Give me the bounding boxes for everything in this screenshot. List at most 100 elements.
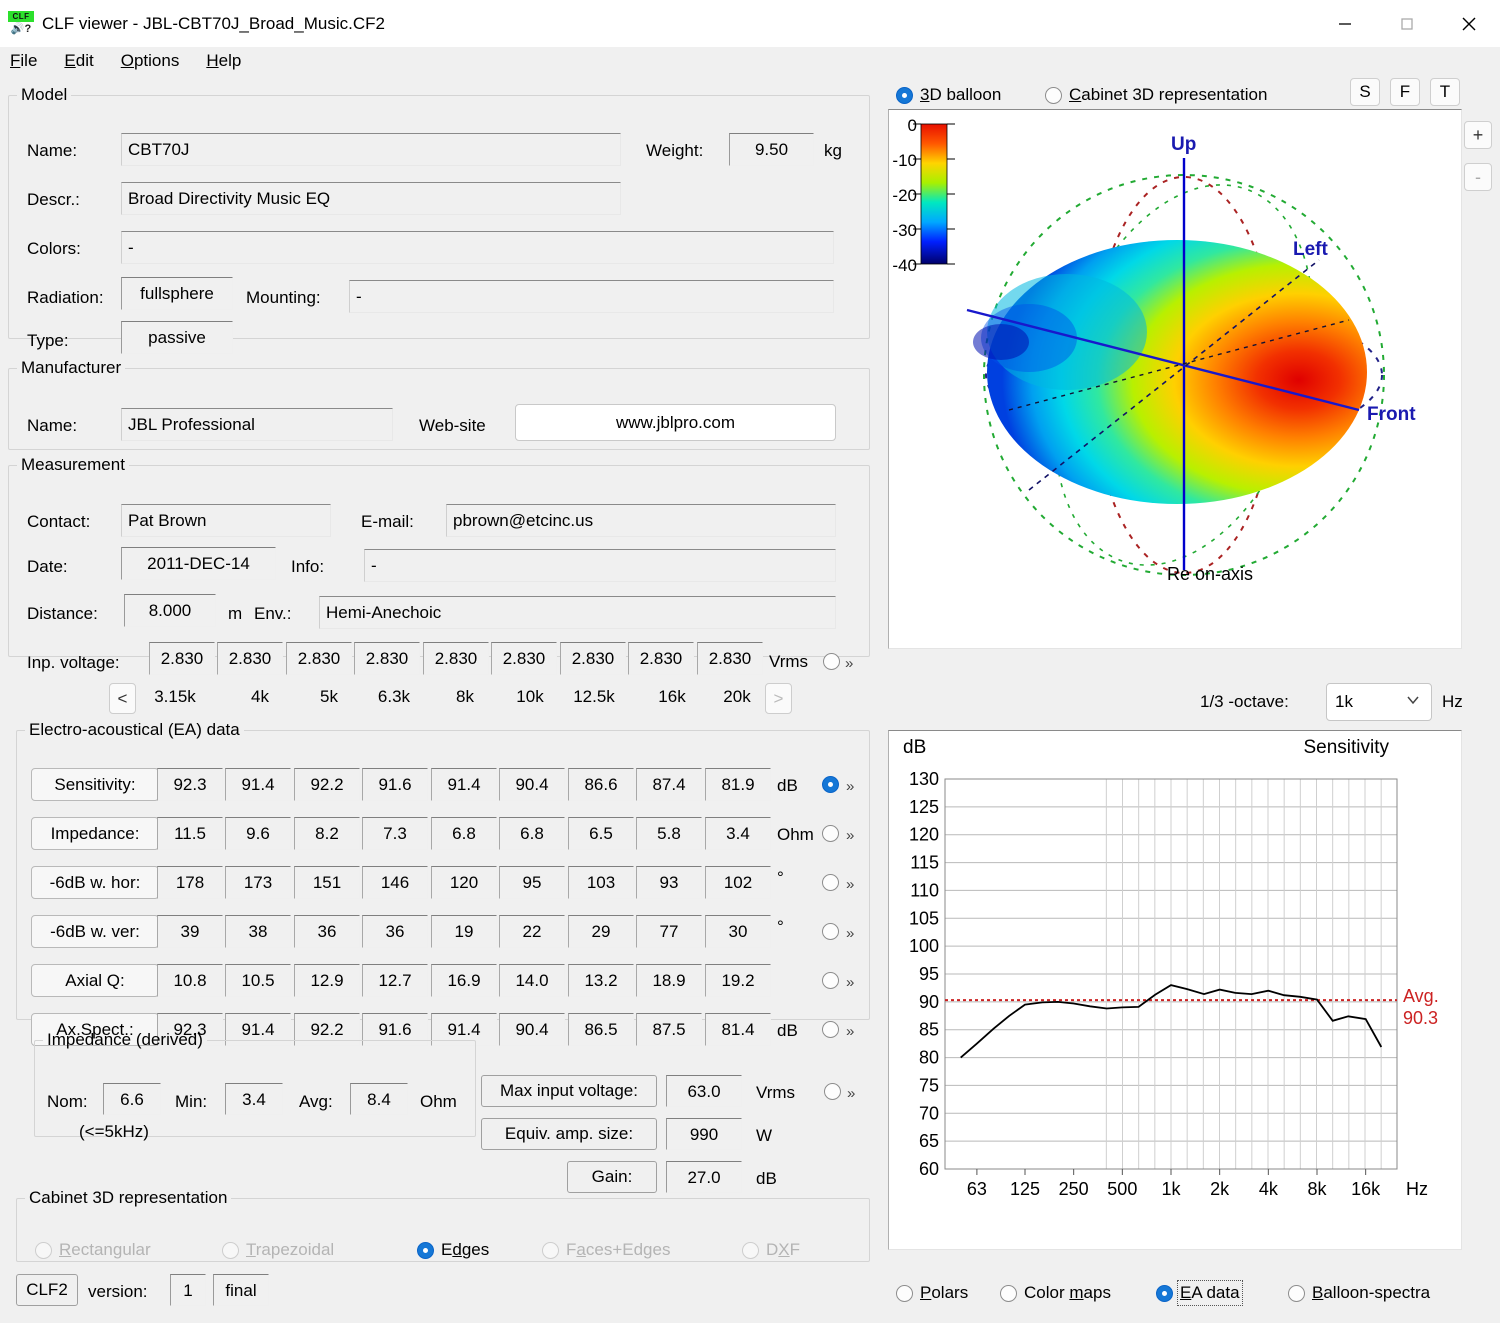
inp-voltage-cell-5[interactable]: 2.830 xyxy=(491,642,557,675)
tool-button-t[interactable]: T xyxy=(1430,78,1460,106)
menu-options[interactable]: Options xyxy=(121,51,180,71)
freq-band-3.15k[interactable]: 3.15k xyxy=(145,687,205,707)
ea-cell-2-4[interactable]: 120 xyxy=(431,866,497,899)
ea-cell-4-0[interactable]: 10.8 xyxy=(157,964,223,997)
ea-cell-1-7[interactable]: 5.8 xyxy=(636,817,702,850)
cabinet-option-trapezoidal[interactable]: Trapezoidal xyxy=(222,1240,334,1260)
ea-row-button-4[interactable]: Axial Q: xyxy=(31,964,159,997)
ea-cell-0-1[interactable]: 91.4 xyxy=(225,768,291,801)
ea-cell-0-5[interactable]: 90.4 xyxy=(499,768,565,801)
ea-cell-4-8[interactable]: 19.2 xyxy=(705,964,771,997)
weight-input[interactable]: 9.50 xyxy=(729,133,814,166)
inp-voltage-cell-7[interactable]: 2.830 xyxy=(628,642,694,675)
ea-cell-1-0[interactable]: 11.5 xyxy=(157,817,223,850)
inp-voltage-radio[interactable] xyxy=(823,653,840,670)
ea-cell-4-5[interactable]: 14.0 xyxy=(499,964,565,997)
inp-voltage-cell-8[interactable]: 2.830 xyxy=(697,642,763,675)
model-radiation-value[interactable]: fullsphere xyxy=(121,277,233,310)
max-input-voltage-value[interactable]: 63.0 xyxy=(666,1075,742,1107)
ea-row-chevron-4[interactable]: » xyxy=(846,974,854,991)
cabinet-option-rectangular[interactable]: Rectangular xyxy=(35,1240,151,1260)
inp-voltage-cell-1[interactable]: 2.830 xyxy=(217,642,283,675)
ea-cell-0-7[interactable]: 87.4 xyxy=(636,768,702,801)
bottom-tab-balloon-spectra[interactable]: Balloon-spectra xyxy=(1288,1283,1430,1303)
ea-row-chevron-5[interactable]: » xyxy=(846,1023,854,1040)
website-link[interactable]: www.jblpro.com xyxy=(515,404,836,441)
env-input[interactable]: Hemi-Anechoic xyxy=(319,596,836,629)
ea-cell-3-1[interactable]: 38 xyxy=(225,915,291,948)
freq-band-10k[interactable]: 10k xyxy=(500,687,560,707)
ea-cell-1-8[interactable]: 3.4 xyxy=(705,817,771,850)
ea-cell-0-3[interactable]: 91.6 xyxy=(362,768,428,801)
bottom-tab-polars[interactable]: Polars xyxy=(896,1283,968,1303)
close-button[interactable] xyxy=(1438,0,1500,47)
inp-voltage-cell-2[interactable]: 2.830 xyxy=(286,642,352,675)
ea-cell-2-1[interactable]: 173 xyxy=(225,866,291,899)
model-mounting-input[interactable]: - xyxy=(349,280,834,313)
ea-cell-3-7[interactable]: 77 xyxy=(636,915,702,948)
ea-row-radio-2[interactable] xyxy=(822,874,839,891)
zoom-in-button[interactable]: + xyxy=(1464,121,1492,149)
ea-cell-5-7[interactable]: 87.5 xyxy=(636,1013,702,1046)
inp-voltage-expand-chevron[interactable]: » xyxy=(845,655,853,672)
ea-cell-3-3[interactable]: 36 xyxy=(362,915,428,948)
ea-cell-1-1[interactable]: 9.6 xyxy=(225,817,291,850)
inp-voltage-cell-6[interactable]: 2.830 xyxy=(560,642,626,675)
ea-cell-5-5[interactable]: 90.4 xyxy=(499,1013,565,1046)
freq-next-button[interactable]: > xyxy=(765,683,792,714)
ea-row-chevron-0[interactable]: » xyxy=(846,778,854,795)
ea-row-chevron-1[interactable]: » xyxy=(846,827,854,844)
minimize-button[interactable] xyxy=(1314,0,1376,47)
sensitivity-chart[interactable]: dB Sensitivity 60 65 70 75 80 85 90 95 100 105 110 11… xyxy=(888,730,1462,1250)
ea-cell-2-6[interactable]: 103 xyxy=(568,866,634,899)
imp-nom-value[interactable]: 6.6 xyxy=(103,1083,161,1115)
ea-cell-3-5[interactable]: 22 xyxy=(499,915,565,948)
ea-cell-3-8[interactable]: 30 xyxy=(705,915,771,948)
tool-button-f[interactable]: F xyxy=(1390,78,1420,106)
ea-cell-2-0[interactable]: 178 xyxy=(157,866,223,899)
ea-cell-1-2[interactable]: 8.2 xyxy=(294,817,360,850)
view-mode-3d-balloon[interactable]: 3D balloon xyxy=(896,85,1001,105)
menu-help[interactable]: Help xyxy=(206,51,241,71)
menu-file[interactable]: File xyxy=(10,51,37,71)
max-input-voltage-chevron[interactable]: » xyxy=(847,1085,855,1102)
model-type-value[interactable]: passive xyxy=(121,321,233,354)
ea-cell-4-2[interactable]: 12.9 xyxy=(294,964,360,997)
freq-band-20k[interactable]: 20k xyxy=(707,687,767,707)
imp-avg-value[interactable]: 8.4 xyxy=(350,1083,408,1115)
ea-cell-4-1[interactable]: 10.5 xyxy=(225,964,291,997)
ea-cell-1-6[interactable]: 6.5 xyxy=(568,817,634,850)
ea-cell-4-6[interactable]: 13.2 xyxy=(568,964,634,997)
ea-cell-3-6[interactable]: 29 xyxy=(568,915,634,948)
equiv-amp-size-value[interactable]: 990 xyxy=(666,1118,742,1150)
model-name-input[interactable]: CBT70J xyxy=(121,133,621,166)
distance-value[interactable]: 8.000 xyxy=(124,594,216,627)
ea-cell-5-6[interactable]: 86.5 xyxy=(568,1013,634,1046)
freq-prev-button[interactable]: < xyxy=(109,683,136,714)
ea-cell-4-3[interactable]: 12.7 xyxy=(362,964,428,997)
ea-cell-3-4[interactable]: 19 xyxy=(431,915,497,948)
bottom-tab-color-maps[interactable]: Color maps xyxy=(1000,1283,1111,1303)
cabinet-option-dxf[interactable]: DXF xyxy=(742,1240,800,1260)
info-input[interactable]: - xyxy=(364,549,836,582)
freq-band-5k[interactable]: 5k xyxy=(299,687,359,707)
max-input-voltage-radio[interactable] xyxy=(824,1083,841,1100)
ea-cell-0-4[interactable]: 91.4 xyxy=(431,768,497,801)
ea-row-button-3[interactable]: -6dB w. ver: xyxy=(31,915,159,948)
ea-row-radio-3[interactable] xyxy=(822,923,839,940)
date-value[interactable]: 2011-DEC-14 xyxy=(121,547,276,580)
inp-voltage-cell-3[interactable]: 2.830 xyxy=(354,642,420,675)
ea-cell-2-8[interactable]: 102 xyxy=(705,866,771,899)
view-mode-cabinet[interactable]: Cabinet 3D representation xyxy=(1045,85,1267,105)
ea-cell-1-5[interactable]: 6.8 xyxy=(499,817,565,850)
ea-cell-4-7[interactable]: 18.9 xyxy=(636,964,702,997)
octave-select[interactable]: 1k xyxy=(1326,683,1432,721)
zoom-out-button[interactable]: - xyxy=(1464,163,1492,191)
model-descr-input[interactable]: Broad Directivity Music EQ xyxy=(121,182,621,215)
ea-cell-5-8[interactable]: 81.4 xyxy=(705,1013,771,1046)
cabinet-option-edges[interactable]: Edges xyxy=(417,1240,489,1260)
ea-cell-2-2[interactable]: 151 xyxy=(294,866,360,899)
ea-row-chevron-2[interactable]: » xyxy=(846,876,854,893)
manufacturer-name-input[interactable]: JBL Professional xyxy=(121,408,393,441)
ea-cell-4-4[interactable]: 16.9 xyxy=(431,964,497,997)
